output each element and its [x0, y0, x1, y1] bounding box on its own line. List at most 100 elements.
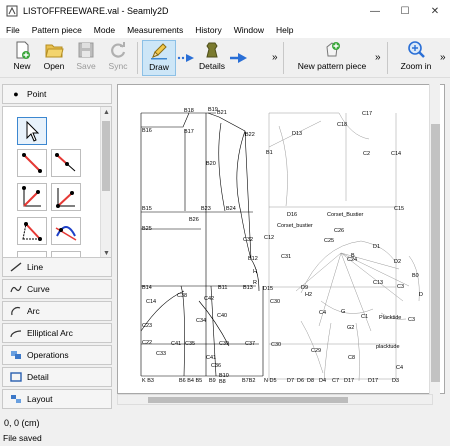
scroll-down-icon[interactable]: ▼ — [102, 250, 111, 257]
group-detail-label: Detail — [27, 372, 49, 382]
new-button[interactable]: New — [8, 40, 36, 76]
zoom-in-label: Zoom in — [400, 61, 432, 71]
group-point-label: Point — [27, 89, 47, 99]
new-pattern-piece-button[interactable]: New pattern piece — [292, 40, 372, 76]
sync-button[interactable]: Sync — [104, 40, 132, 76]
svg-text:H2: H2 — [305, 292, 312, 298]
canvas-horizontal-scrollbar[interactable] — [117, 394, 433, 405]
svg-text:N D5: N D5 — [264, 378, 277, 384]
svg-text:B23: B23 — [201, 206, 211, 212]
group-layout[interactable]: Layout — [2, 389, 112, 409]
svg-text:B12: B12 — [248, 256, 258, 262]
menu-bar: File Pattern piece Mode Measurements His… — [0, 22, 450, 38]
svg-text:D7: D7 — [287, 378, 294, 384]
svg-text:B13: B13 — [243, 285, 253, 291]
svg-text:C12: C12 — [264, 235, 274, 241]
svg-text:B1: B1 — [266, 150, 273, 156]
svg-text:B20: B20 — [206, 161, 216, 167]
svg-text:C38: C38 — [177, 293, 187, 299]
open-button[interactable]: Open — [40, 40, 68, 76]
svg-text:C35: C35 — [185, 341, 195, 347]
toolbar-overflow-button-2[interactable]: » — [375, 52, 381, 63]
svg-text:C3: C3 — [397, 284, 404, 290]
svg-text:B0: B0 — [412, 273, 419, 279]
svg-text:D16: D16 — [287, 212, 297, 218]
svg-text:C14: C14 — [391, 151, 401, 157]
menu-window[interactable]: Window — [228, 25, 270, 35]
svg-text:B22: B22 — [245, 132, 255, 138]
svg-text:C25: C25 — [324, 238, 334, 244]
svg-text:C41: C41 — [171, 341, 181, 347]
details-label: Details — [199, 61, 225, 71]
svg-text:C41: C41 — [206, 355, 216, 361]
group-operations-label: Operations — [27, 350, 69, 360]
detail-icon — [9, 371, 23, 383]
tools-scrollbar[interactable]: ▲ ▼ — [100, 107, 111, 259]
svg-text:B9: B9 — [209, 378, 216, 384]
sync-icon — [108, 40, 128, 60]
canvas-vertical-scrollbar[interactable] — [429, 84, 440, 394]
svg-text:Corset_bustier: Corset_bustier — [277, 223, 313, 229]
group-operations[interactable]: Operations — [2, 345, 112, 365]
menu-history[interactable]: History — [189, 25, 227, 35]
menu-help[interactable]: Help — [270, 25, 299, 35]
menu-mode[interactable]: Mode — [88, 25, 121, 35]
save-button[interactable]: Save — [72, 40, 100, 76]
group-arc[interactable]: Arc — [2, 301, 112, 321]
toolbar-separator — [137, 42, 138, 74]
group-elliptical-arc[interactable]: Elliptical Arc — [2, 323, 112, 343]
group-line[interactable]: Line — [2, 257, 112, 277]
svg-text:C40: C40 — [217, 313, 227, 319]
svg-text:D8: D8 — [307, 378, 314, 384]
line-point-icon — [22, 153, 42, 173]
details-mode-button[interactable]: Details — [196, 40, 228, 76]
zoom-in-button[interactable]: Zoom in — [396, 40, 436, 76]
save-label: Save — [76, 61, 96, 71]
triangle-icon — [22, 222, 42, 241]
triangle-tool[interactable] — [17, 217, 47, 245]
sync-label: Sync — [108, 61, 128, 71]
menu-file[interactable]: File — [0, 25, 26, 35]
arc-icon — [9, 305, 23, 317]
bisector-tool[interactable] — [51, 183, 81, 211]
point-tools-area: ▲ ▼ — [2, 106, 112, 260]
line-point-tool[interactable] — [17, 149, 47, 177]
normal-icon — [22, 186, 41, 207]
svg-text:C17: C17 — [362, 111, 372, 117]
curve-intersect-tool[interactable] — [51, 217, 81, 245]
svg-text:D2: D2 — [394, 259, 401, 265]
svg-text:D4: D4 — [319, 378, 326, 384]
tools-scroll-thumb[interactable] — [102, 121, 110, 191]
svg-text:C13: C13 — [373, 280, 383, 286]
canvas-vertical-thumb[interactable] — [431, 124, 440, 382]
menu-pattern-piece[interactable]: Pattern piece — [26, 25, 88, 35]
group-detail[interactable]: Detail — [2, 367, 112, 387]
svg-text:B18: B18 — [184, 108, 194, 114]
folder-icon — [44, 40, 64, 60]
close-button[interactable]: ✕ — [420, 0, 450, 22]
along-line-tool[interactable] — [51, 149, 81, 177]
toolbar-overflow-button[interactable]: » — [272, 52, 278, 63]
group-point[interactable]: ● Point — [2, 84, 112, 104]
pointer-tool[interactable] — [17, 117, 47, 145]
group-elliptical-arc-label: Elliptical Arc — [27, 328, 73, 338]
group-layout-label: Layout — [27, 394, 53, 404]
svg-text:B7B2: B7B2 — [242, 378, 255, 384]
minimize-button[interactable]: — — [360, 0, 390, 22]
normal-tool[interactable] — [17, 183, 47, 211]
svg-text:D13: D13 — [292, 131, 302, 137]
svg-text:B26: B26 — [189, 217, 199, 223]
svg-text:B: B — [351, 253, 355, 259]
svg-text:D17: D17 — [344, 378, 354, 384]
group-curve[interactable]: Curve — [2, 279, 112, 299]
drawing-canvas[interactable]: B18 B19 B21 B16 B17 B22 B20 B15 B23 B24 B26 B25… — [117, 84, 445, 394]
draw-mode-button[interactable]: Draw — [142, 40, 176, 76]
menu-measurements[interactable]: Measurements — [121, 25, 189, 35]
dress-form-icon — [202, 40, 222, 60]
maximize-button[interactable]: ☐ — [390, 0, 420, 22]
svg-text:D1: D1 — [373, 244, 380, 250]
canvas-horizontal-thumb[interactable] — [148, 397, 348, 403]
svg-text:C4: C4 — [319, 310, 326, 316]
scroll-up-icon[interactable]: ▲ — [102, 109, 111, 116]
toolbar-overflow-button-3[interactable]: » — [440, 52, 446, 63]
